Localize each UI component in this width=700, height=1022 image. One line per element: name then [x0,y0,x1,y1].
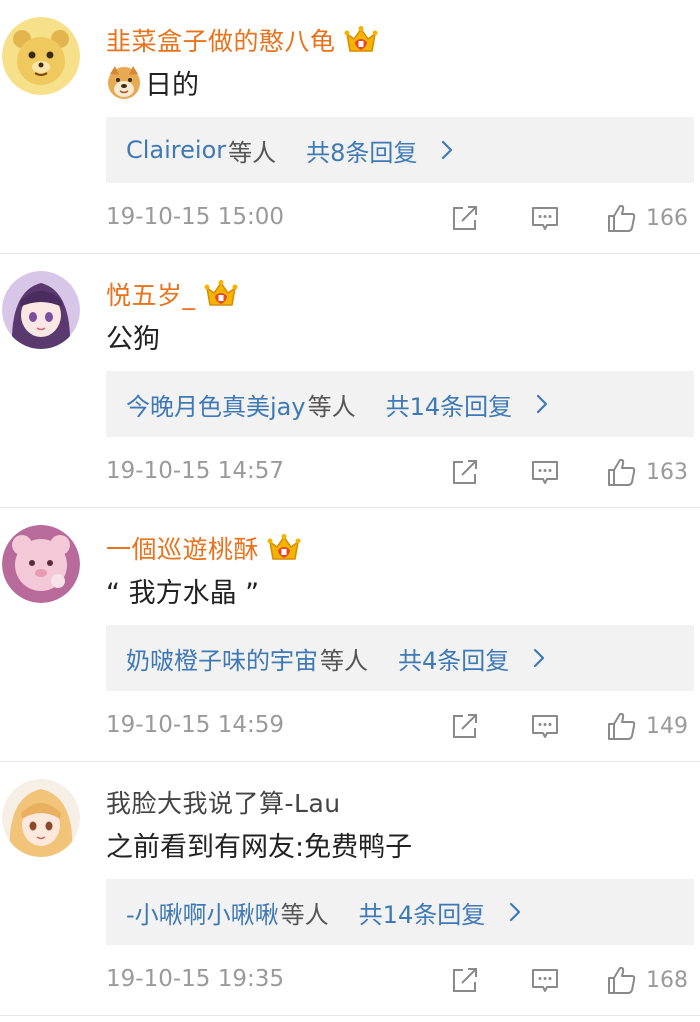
comment-text: “ 我方水晶 ” [106,570,259,610]
name-row: 一個巡遊桃酥 [106,530,301,566]
comment-icon [532,461,558,484]
thumbs-up-icon [608,458,636,486]
comment-text-value: 之前看到有网友:免费鸭子 [106,831,413,863]
username[interactable]: 我脸大我说了算-Lau [106,784,341,820]
reply-users[interactable]: 奶啵橙子味的宇宙 [126,641,318,676]
reply-button[interactable] [530,962,560,998]
reply-count[interactable]: 共14条回复 [359,895,486,930]
like-count: 149 [646,713,688,739]
comment-item: 韭菜盒子做的憨八龟 日的 Claireior 等人 共8条回复 19-10-15… [0,0,700,254]
comment-meta: 19-10-15 14:57 163 [106,450,700,494]
reply-users[interactable]: Claireior [126,136,226,164]
chevron-right-icon [507,901,523,923]
comment-meta: 19-10-15 14:59 149 [106,704,700,748]
replies-summary[interactable]: Claireior 等人 共8条回复 [106,117,694,183]
like-button[interactable]: 149 [606,708,688,744]
reply-suffix: 等人 [280,900,329,929]
reply-button[interactable] [530,200,560,236]
comment-icon [532,969,558,992]
share-button[interactable] [450,454,480,490]
replies-summary[interactable]: -小啾啊小啾啾 等人 共14条回复 [106,879,694,945]
avatar[interactable] [2,525,80,603]
thumbs-up-icon [608,712,636,740]
comment-text-value: 日的 [145,69,199,101]
replies-summary[interactable]: 今晚月色真美jay 等人 共14条回复 [106,371,694,437]
timestamp: 19-10-15 14:57 [106,458,284,484]
avatar[interactable] [2,779,80,857]
like-button[interactable]: 166 [606,200,688,236]
share-icon [453,714,477,738]
comment-feed: 韭菜盒子做的憨八龟 日的 Claireior 等人 共8条回复 19-10-15… [0,0,700,1022]
reply-users[interactable]: 今晚月色真美jay [126,387,306,422]
reply-suffix: 等人 [228,138,277,167]
thumbs-up-icon [608,204,636,232]
thumbs-up-icon [608,966,636,994]
comment-text: 日的 [106,62,199,102]
reply-count[interactable]: 共4条回复 [398,641,509,676]
vip-crown-icon [204,279,238,309]
doge-icon [106,64,142,100]
comment-meta: 19-10-15 19:35 168 [106,958,700,1002]
share-icon [453,968,477,992]
avatar[interactable] [2,271,80,349]
comment-icon [532,207,558,230]
like-count: 168 [646,967,688,993]
like-count: 163 [646,459,688,485]
vip-crown-icon [344,25,378,55]
reply-count[interactable]: 共8条回复 [306,133,417,168]
comment-text: 之前看到有网友:免费鸭子 [106,824,412,864]
comment-text-value: “ 我方水晶 ” [106,577,260,609]
reply-button[interactable] [530,708,560,744]
reply-suffix: 等人 [320,646,368,675]
name-row: 悦五岁_ [106,276,238,312]
anime-blonde-avatar-icon [2,779,80,857]
comment-text: 公狗 [106,316,160,356]
share-button[interactable] [450,708,480,744]
reply-count[interactable]: 共14条回复 [386,387,513,422]
bear-avatar-icon [2,17,80,95]
comment-item: 一個巡遊桃酥 “ 我方水晶 ” 奶啵橙子味的宇宙 等人 共4条回复 19-10-… [0,508,700,762]
comment-meta: 19-10-15 15:00 166 [106,196,700,240]
comment-text-value: 公狗 [106,323,160,355]
chevron-right-icon [531,647,547,669]
reply-users[interactable]: -小啾啊小啾啾 [126,895,279,930]
chevron-right-icon [534,393,550,415]
anime-girl-avatar-icon [2,271,80,349]
plush-avatar-icon [2,525,80,603]
share-icon [453,460,477,484]
share-button[interactable] [450,200,480,236]
username[interactable]: 一個巡遊桃酥 [106,530,259,566]
timestamp: 19-10-15 15:00 [106,204,284,230]
share-icon [453,206,477,230]
name-row: 我脸大我说了算-Lau [106,784,341,820]
vip-crown-icon [267,533,301,563]
like-count: 166 [646,205,688,231]
username[interactable]: 悦五岁_ [106,276,196,312]
replies-summary[interactable]: 奶啵橙子味的宇宙 等人 共4条回复 [106,625,694,691]
timestamp: 19-10-15 14:59 [106,712,284,738]
comment-item: 悦五岁_ 公狗 今晚月色真美jay 等人 共14条回复 19-10-15 14:… [0,254,700,508]
avatar[interactable] [2,17,80,95]
comment-icon [532,715,558,738]
username[interactable]: 韭菜盒子做的憨八龟 [106,22,336,58]
share-button[interactable] [450,962,480,998]
chevron-right-icon [439,139,455,161]
like-button[interactable]: 168 [606,962,688,998]
reply-button[interactable] [530,454,560,490]
like-button[interactable]: 163 [606,454,688,490]
timestamp: 19-10-15 19:35 [106,966,284,992]
reply-suffix: 等人 [307,392,356,421]
comment-item: 我脸大我说了算-Lau 之前看到有网友:免费鸭子 -小啾啊小啾啾 等人 共14条… [0,762,700,1016]
name-row: 韭菜盒子做的憨八龟 [106,22,378,58]
